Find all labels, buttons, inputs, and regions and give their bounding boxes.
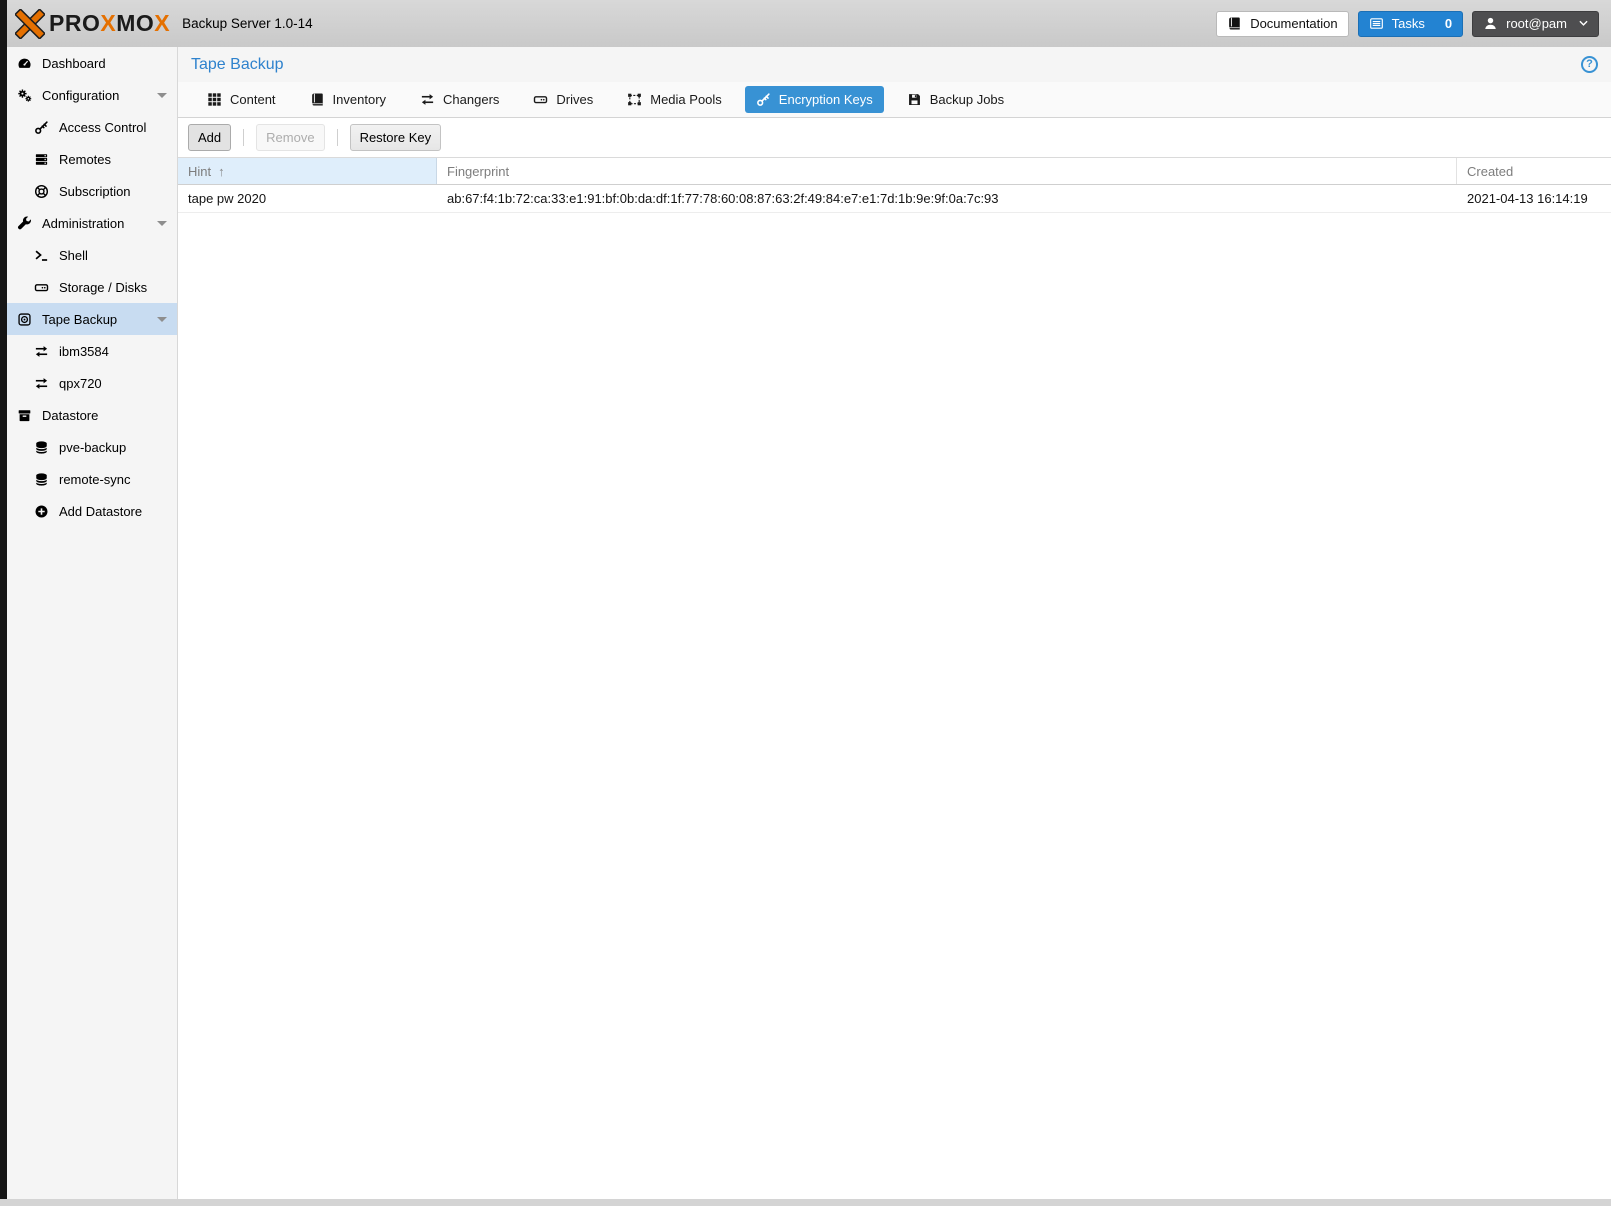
sidebar-item-ibm3584[interactable]: ibm3584 [7,335,177,367]
add-button[interactable]: Add [188,124,231,151]
panel-header: Tape Backup ? [178,47,1611,82]
dashboard-icon [17,56,32,71]
book-icon [1227,16,1242,31]
life-ring-icon [34,184,49,199]
grid-icon [207,92,222,107]
tab-changers[interactable]: Changers [409,86,510,113]
sidebar-item-remotes[interactable]: Remotes [7,143,177,175]
exchange-icon [34,344,49,359]
exchange-icon [420,92,435,107]
tab-content[interactable]: Content [196,86,287,113]
key-icon [34,120,49,135]
sidebar-item-remote-sync[interactable]: remote-sync [7,463,177,495]
window-left-edge [0,0,7,1199]
product-version-label: Backup Server 1.0-14 [182,16,313,31]
cell-hint: tape pw 2020 [178,191,437,206]
window-bottom-edge [0,1199,1611,1206]
proxmox-x-logo-icon [15,9,45,39]
sort-ascending-icon: ↑ [218,164,225,179]
toolbar: Add Remove Restore Key [178,118,1611,157]
topbar-actions: Documentation Tasks 0 root@pam [1216,11,1599,37]
cogs-icon [17,88,32,103]
key-icon [756,92,771,107]
server-icon [34,152,49,167]
database-icon [34,440,49,455]
tasks-button[interactable]: Tasks 0 [1358,11,1463,37]
toolbar-separator [337,129,338,146]
sidebar-item-administration[interactable]: Administration [7,207,177,239]
tasks-count-badge: 0 [1445,16,1452,31]
hdd-icon [34,280,49,295]
cell-fingerprint: ab:67:f4:1b:72:ca:33:e1:91:bf:0b:da:df:1… [437,191,1457,206]
chevron-down-icon[interactable] [157,93,167,98]
plus-circle-icon [34,504,49,519]
table-header: Hint ↑ Fingerprint Created [178,157,1611,185]
proxmox-logo: PROXMOX [15,9,170,39]
column-header-fingerprint[interactable]: Fingerprint [437,158,1457,184]
object-group-icon [627,92,642,107]
list-icon [1369,16,1384,31]
sidebar-item-pve-backup[interactable]: pve-backup [7,431,177,463]
help-button[interactable]: ? [1581,56,1598,73]
archive-icon [17,408,32,423]
main-panel: Tape Backup ? Content Inventory Changers… [178,47,1611,1199]
question-circle-icon: ? [1586,59,1593,70]
sidebar-item-qpx720[interactable]: qpx720 [7,367,177,399]
sidebar-nav: Dashboard Configuration Access Control R… [7,47,178,1199]
cell-created: 2021-04-13 16:14:19 [1457,191,1611,206]
proxmox-logo-text: PROXMOX [49,12,170,35]
sidebar-item-configuration[interactable]: Configuration [7,79,177,111]
wrench-icon [17,216,32,231]
sidebar-item-tape-backup[interactable]: Tape Backup [7,303,177,335]
top-bar: PROXMOX Backup Server 1.0-14 Documentati… [7,0,1611,47]
table-row[interactable]: tape pw 2020 ab:67:f4:1b:72:ca:33:e1:91:… [178,185,1611,213]
user-icon [1483,16,1498,31]
column-header-created[interactable]: Created [1457,158,1611,184]
tab-bar: Content Inventory Changers Drives Media … [178,82,1611,118]
sidebar-item-datastore[interactable]: Datastore [7,399,177,431]
sidebar-item-storage-disks[interactable]: Storage / Disks [7,271,177,303]
sidebar-item-subscription[interactable]: Subscription [7,175,177,207]
page-title: Tape Backup [191,56,284,74]
drive-icon [533,92,548,107]
tab-drives[interactable]: Drives [522,86,604,113]
user-menu-button[interactable]: root@pam [1472,11,1599,37]
terminal-icon [34,248,49,263]
sidebar-item-add-datastore[interactable]: Add Datastore [7,495,177,527]
sidebar-item-dashboard[interactable]: Dashboard [7,47,177,79]
toolbar-separator [243,129,244,146]
book-icon [310,92,325,107]
floppy-icon [907,92,922,107]
exchange-icon [34,376,49,391]
tab-inventory[interactable]: Inventory [299,86,397,113]
remove-button[interactable]: Remove [256,124,324,151]
chevron-down-icon[interactable] [157,221,167,226]
chevron-down-icon[interactable] [157,317,167,322]
tab-media-pools[interactable]: Media Pools [616,86,733,113]
documentation-button[interactable]: Documentation [1216,11,1348,37]
tab-backup-jobs[interactable]: Backup Jobs [896,86,1015,113]
tab-encryption-keys[interactable]: Encryption Keys [745,86,884,113]
sidebar-item-shell[interactable]: Shell [7,239,177,271]
tape-icon [17,312,32,327]
chevron-down-icon [1579,19,1588,28]
sidebar-item-access-control[interactable]: Access Control [7,111,177,143]
database-icon [34,472,49,487]
restore-key-button[interactable]: Restore Key [350,124,442,151]
column-header-hint[interactable]: Hint ↑ [178,158,437,184]
